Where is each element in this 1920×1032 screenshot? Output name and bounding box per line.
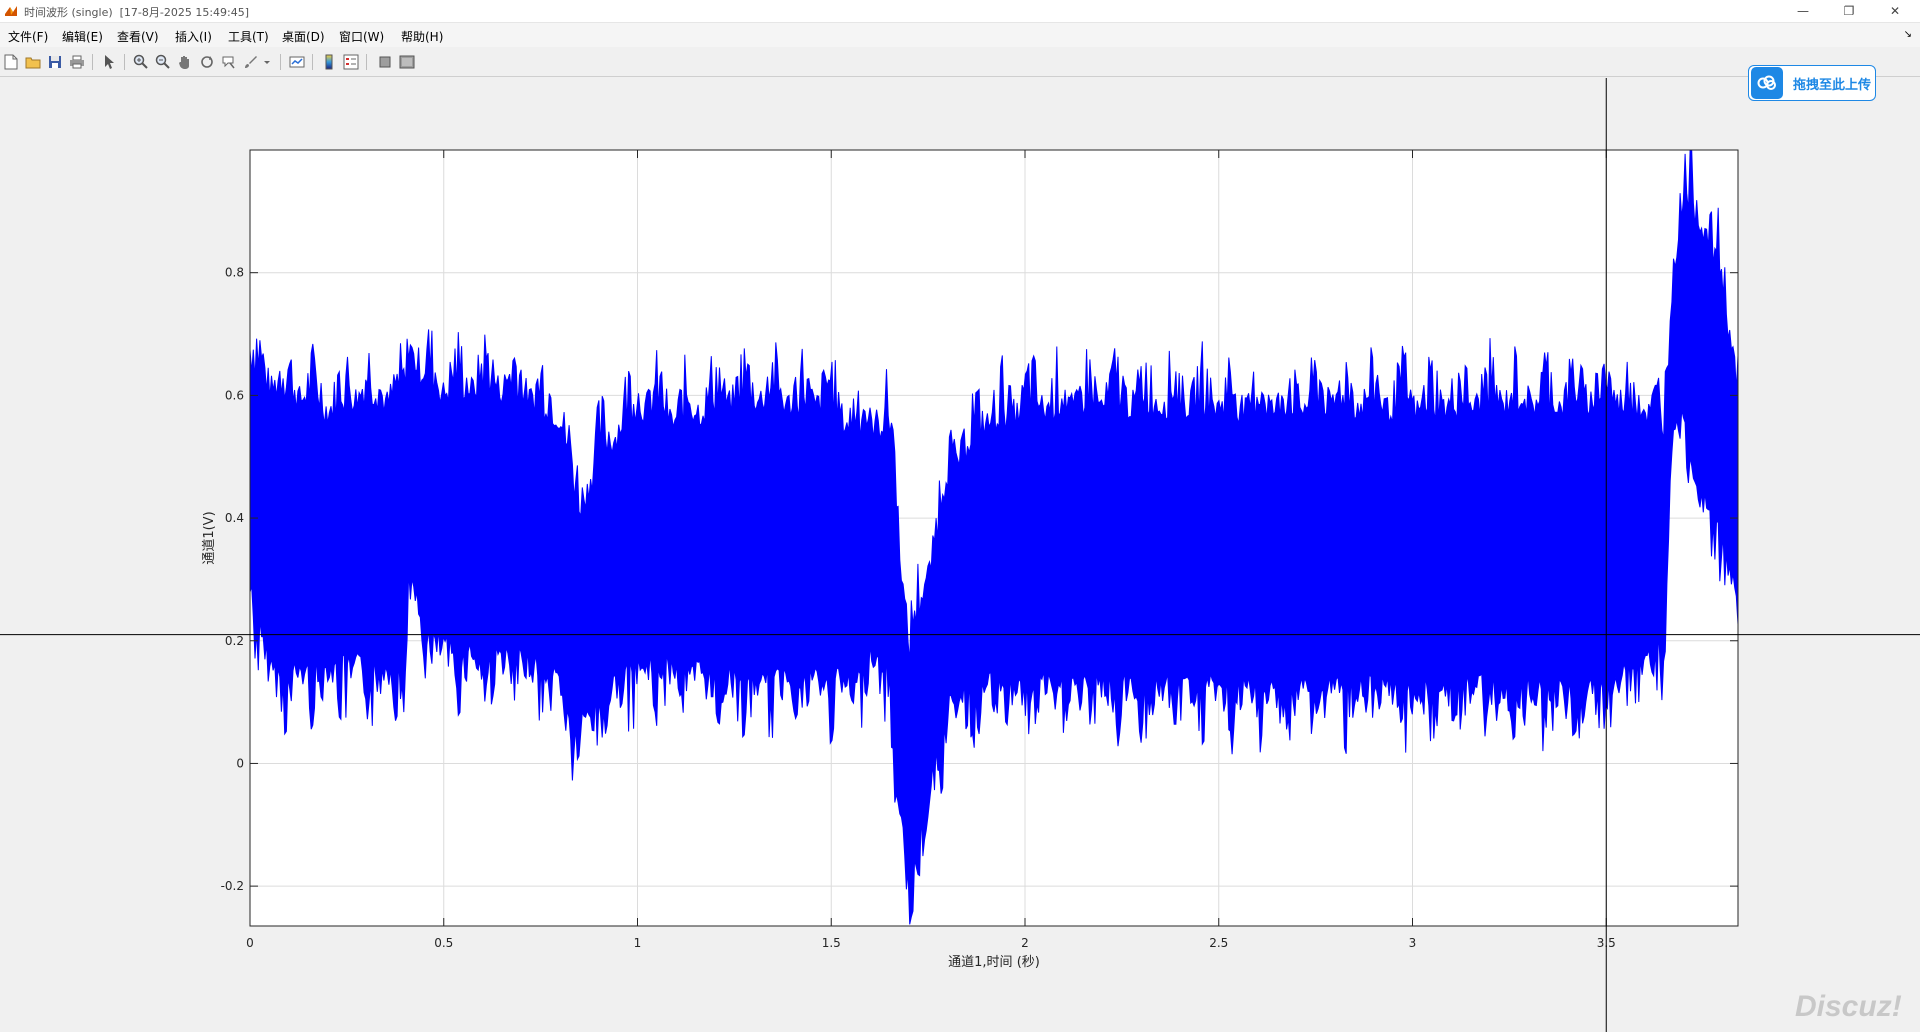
y-tick-label: 0.2 bbox=[225, 634, 244, 648]
y-tick-label: 0 bbox=[236, 756, 244, 770]
y-tick-labels: -0.2 0 0.2 0.4 0.6 0.8 bbox=[221, 266, 244, 893]
x-tick-label: 3 bbox=[1409, 936, 1417, 950]
x-axis-label: 通道1,时间 (秒) bbox=[948, 955, 1040, 970]
discuz-watermark: Discuz! bbox=[1795, 990, 1902, 1023]
time-waveform-plot[interactable]: 0 0.5 1 1.5 2 2.5 3 3.5 -0.200.20.40.60.8 通道1,时… bbox=[0, 0, 1920, 1032]
y-tick-label: -0.2 bbox=[221, 879, 244, 893]
x-tick-label: 0.5 bbox=[434, 936, 453, 950]
cloud-upload-icon bbox=[1751, 67, 1783, 99]
x-tick-label: 2 bbox=[1021, 936, 1029, 950]
y-axis-label: 通道1(V) bbox=[202, 511, 217, 564]
y-tick-label: 0.6 bbox=[225, 388, 244, 402]
upload-label: 拖拽至此上传 bbox=[1793, 77, 1872, 93]
y-tick-label: 0.8 bbox=[225, 266, 244, 280]
x-tick-labels: 0 0.5 1 1.5 2 2.5 3 3.5 bbox=[246, 936, 1616, 950]
x-tick-label: 1 bbox=[634, 936, 642, 950]
x-tick-label: 1.5 bbox=[822, 936, 841, 950]
x-tick-label: 0 bbox=[246, 936, 254, 950]
x-tick-label: 2.5 bbox=[1209, 936, 1228, 950]
y-tick-label: 0.4 bbox=[225, 511, 244, 525]
upload-button[interactable]: 拖拽至此上传 bbox=[1748, 65, 1876, 101]
